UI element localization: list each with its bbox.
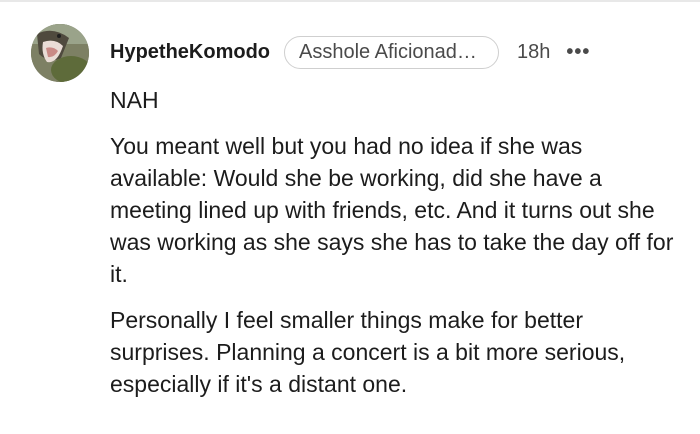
komodo-avatar-icon xyxy=(31,24,89,82)
more-options-icon[interactable]: ••• xyxy=(566,42,590,62)
divider xyxy=(0,0,700,2)
user-flair: Asshole Aficionado [... xyxy=(284,35,499,69)
comment-paragraph: You meant well but you had no idea if sh… xyxy=(110,133,674,287)
comment-header: HypetheKomodo Asshole Aficionado [... 18… xyxy=(110,34,590,70)
username-link[interactable]: HypetheKomodo xyxy=(110,41,270,64)
timestamp: 18h xyxy=(517,40,551,63)
comment-paragraph: Personally I feel smaller things make fo… xyxy=(110,307,626,397)
comment-card: HypetheKomodo Asshole Aficionado [... 18… xyxy=(0,0,700,434)
comment-body: NAH You meant well but you had no idea i… xyxy=(110,84,680,400)
verdict-text: NAH xyxy=(110,87,159,113)
avatar[interactable] xyxy=(31,24,89,82)
